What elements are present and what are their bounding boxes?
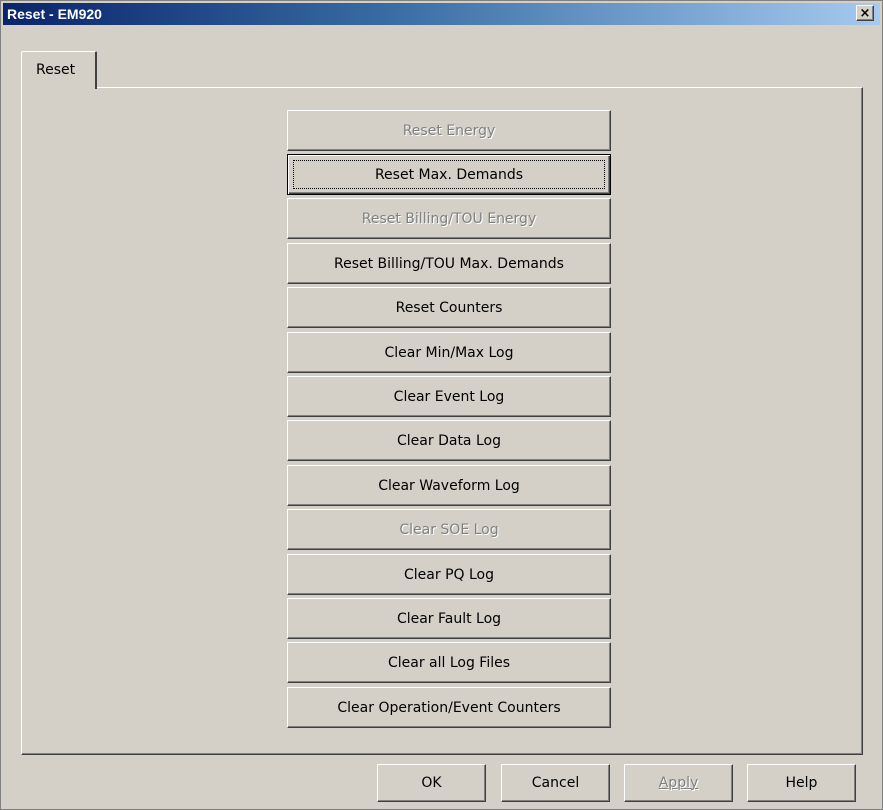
reset-max-demands-button[interactable]: Reset Max. Demands (287, 154, 611, 195)
ok-button[interactable]: OK (377, 764, 486, 802)
close-button[interactable]: × (856, 5, 874, 21)
reset-billing-tou-energy-button: Reset Billing/TOU Energy (287, 198, 611, 239)
clear-operation-event-counters-button[interactable]: Clear Operation/Event Counters (287, 687, 611, 728)
reset-counters-label: Reset Counters (395, 299, 503, 316)
clear-soe-log-label: Clear SOE Log (399, 521, 499, 538)
title-bar[interactable]: Reset - EM920 × (3, 3, 880, 25)
tab-reset-label: Reset (36, 62, 76, 78)
clear-fault-log-label: Clear Fault Log (396, 610, 502, 627)
clear-waveform-log-label: Clear Waveform Log (378, 477, 520, 494)
clear-soe-log-button: Clear SOE Log (287, 509, 611, 550)
clear-waveform-log-button[interactable]: Clear Waveform Log (287, 465, 611, 506)
clear-min-max-log-button[interactable]: Clear Min/Max Log (287, 332, 611, 373)
reset-billing-tou-max-demands-label: Reset Billing/TOU Max. Demands (334, 255, 564, 272)
clear-pq-log-label: Clear PQ Log (404, 566, 494, 583)
help-label: Help (785, 775, 818, 791)
apply-label: Apply (658, 775, 699, 791)
clear-data-log-label: Clear Data Log (397, 432, 501, 449)
reset-energy-button: Reset Energy (287, 110, 611, 151)
reset-counters-button[interactable]: Reset Counters (287, 287, 611, 328)
reset-energy-label: Reset Energy (402, 122, 496, 139)
help-button[interactable]: Help (747, 764, 856, 802)
cancel-button[interactable]: Cancel (501, 764, 610, 802)
reset-billing-tou-max-demands-button[interactable]: Reset Billing/TOU Max. Demands (287, 243, 611, 284)
ok-label: OK (421, 775, 442, 791)
reset-dialog: Reset - EM920 × Reset Reset Energy Reset… (0, 0, 883, 810)
clear-all-log-files-button[interactable]: Clear all Log Files (287, 642, 611, 683)
cancel-label: Cancel (531, 775, 580, 791)
clear-fault-log-button[interactable]: Clear Fault Log (287, 598, 611, 639)
clear-event-log-label: Clear Event Log (393, 388, 505, 405)
reset-billing-tou-energy-label: Reset Billing/TOU Energy (361, 210, 537, 227)
clear-pq-log-button[interactable]: Clear PQ Log (287, 554, 611, 595)
tab-reset[interactable]: Reset (21, 51, 97, 89)
clear-operation-event-counters-label: Clear Operation/Event Counters (337, 699, 561, 716)
clear-all-log-files-label: Clear all Log Files (387, 654, 511, 671)
clear-data-log-button[interactable]: Clear Data Log (287, 420, 611, 461)
close-icon: × (859, 6, 871, 21)
window-title: Reset - EM920 (7, 6, 102, 22)
reset-max-demands-label: Reset Max. Demands (374, 166, 524, 183)
clear-min-max-log-label: Clear Min/Max Log (384, 344, 514, 361)
clear-event-log-button[interactable]: Clear Event Log (287, 376, 611, 417)
apply-button: Apply (624, 764, 733, 802)
